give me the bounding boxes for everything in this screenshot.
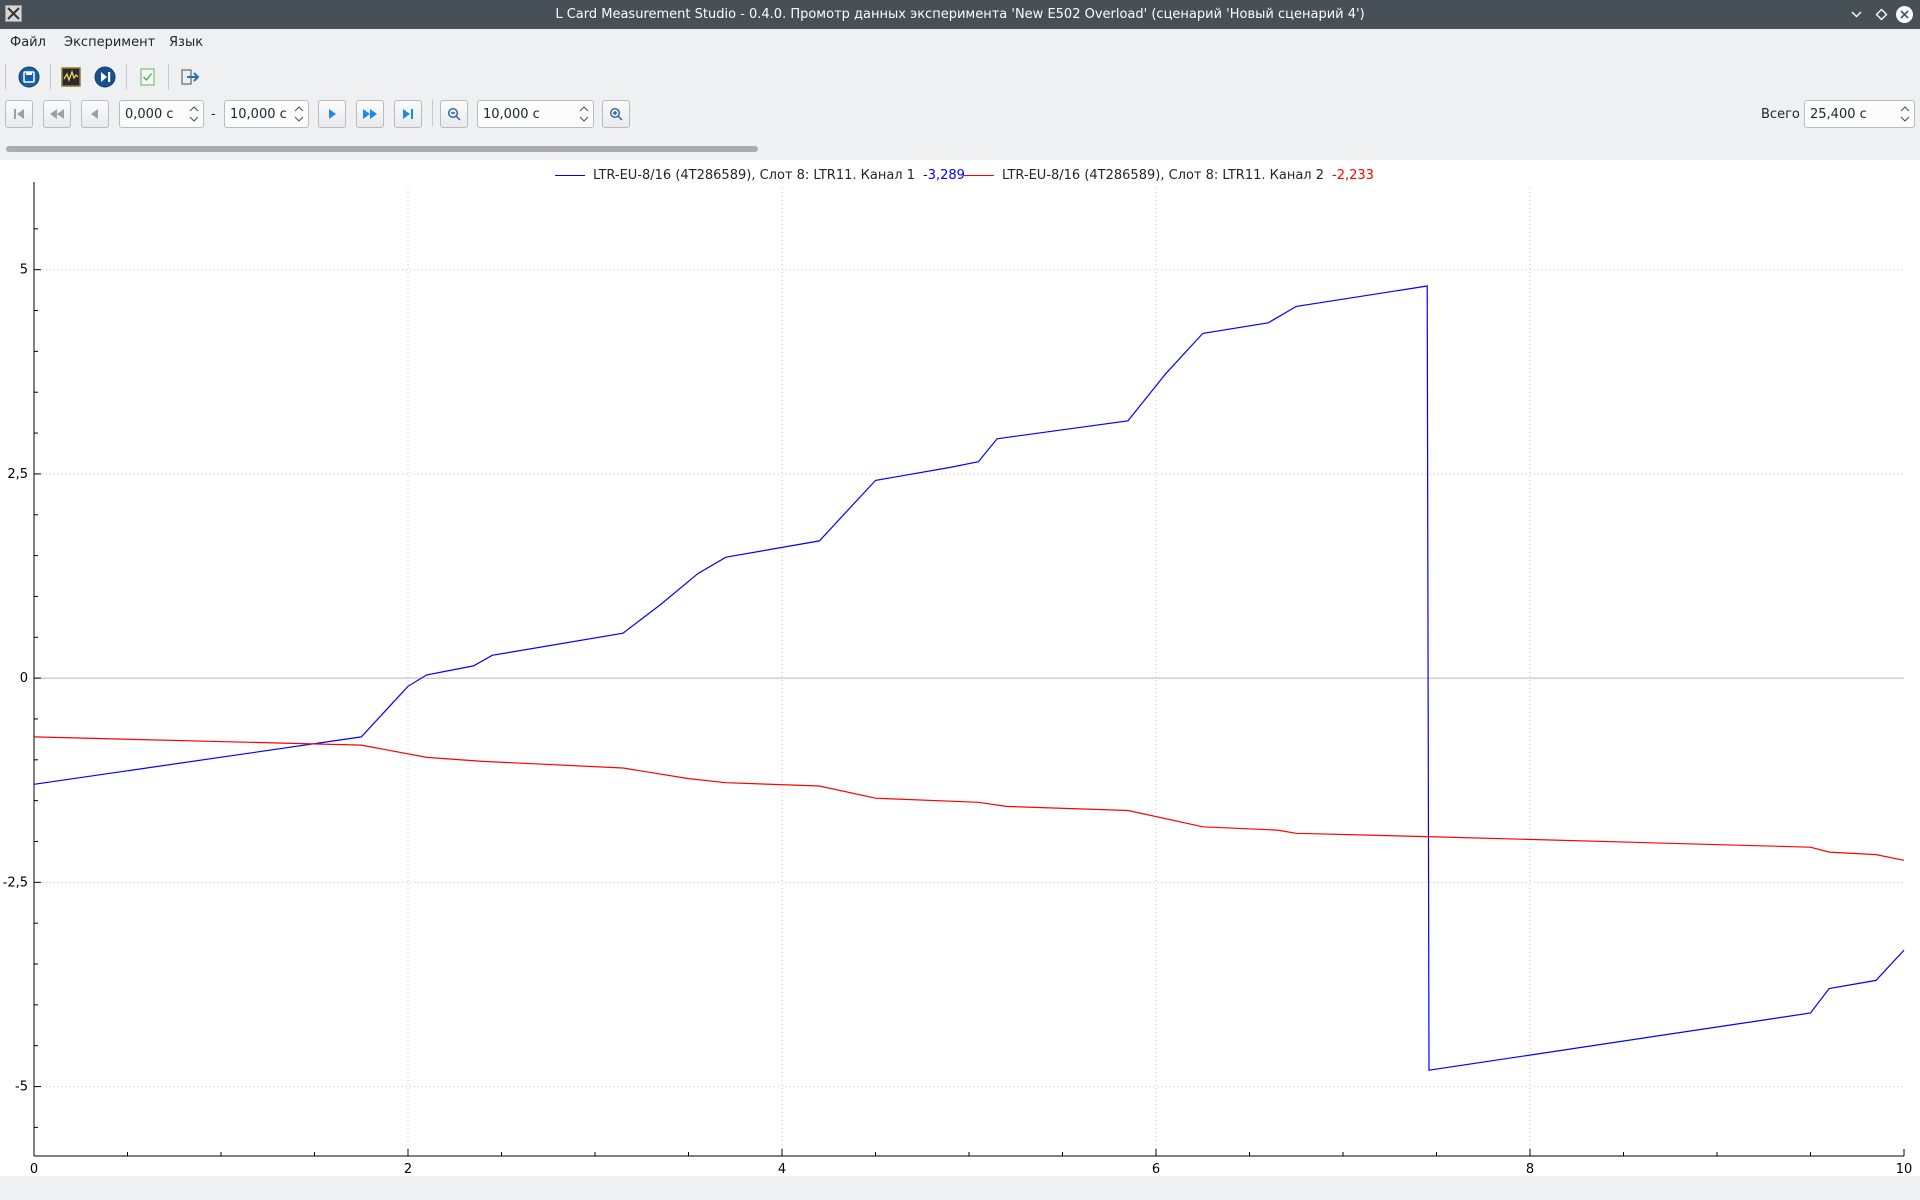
plot-area[interactable]: LTR-EU-8/16 (4T286589), Слот 8: LTR11. К… (0, 160, 1920, 1176)
save-data-icon[interactable] (15, 63, 43, 91)
x-tick-label: 10 (1896, 1162, 1913, 1176)
end-time-spinbox[interactable] (224, 100, 309, 128)
spin-arrows-icon[interactable] (578, 104, 590, 124)
zoom-out-button[interactable] (440, 100, 468, 128)
total-duration-spinbox[interactable] (1804, 100, 1915, 128)
check-document-icon[interactable] (133, 63, 161, 91)
nav-separator (432, 100, 433, 126)
window-title: L Card Measurement Studio - 0.4.0. Промо… (555, 7, 1365, 22)
time-navigation-bar: - Всего (0, 96, 1920, 138)
start-time-input[interactable] (125, 106, 184, 122)
start-time-spinbox[interactable] (119, 100, 204, 128)
fast-backward-button[interactable] (43, 100, 71, 128)
zoom-in-button[interactable] (602, 100, 630, 128)
time-scrollbar[interactable] (6, 146, 1914, 152)
menu-language[interactable]: Язык (167, 34, 205, 52)
fast-forward-button[interactable] (356, 100, 384, 128)
x-tick-label: 6 (1152, 1162, 1160, 1176)
end-time-input[interactable] (230, 106, 289, 122)
window-length-input[interactable] (483, 106, 564, 122)
spin-arrows-icon[interactable] (293, 104, 305, 124)
y-tick-label: 2,5 (7, 467, 28, 482)
zoom-in-icon (609, 107, 623, 121)
step-backward-button[interactable] (81, 100, 109, 128)
skip-to-end-icon (403, 109, 413, 119)
go-last-button[interactable] (394, 100, 422, 128)
toolbar-handle (5, 64, 6, 90)
toolbar-separator (50, 64, 51, 90)
x-tick-label: 0 (30, 1162, 38, 1176)
y-tick-label: 5 (20, 263, 28, 278)
menu-bar: Файл Эксперимент Язык (0, 29, 1920, 57)
total-duration-label: Всего (1761, 107, 1800, 122)
spin-arrows-icon[interactable] (188, 104, 200, 124)
fast-backward-icon (50, 109, 64, 119)
window-titlebar: L Card Measurement Studio - 0.4.0. Промо… (0, 0, 1920, 29)
step-forward-icon (329, 109, 336, 119)
play-step-icon[interactable] (91, 63, 119, 91)
main-toolbar (0, 60, 1920, 94)
window-length-spinbox[interactable] (477, 100, 594, 128)
line-chart[interactable]: 0 2 4 6 8 10 5 2,5 0 -2,5 -5 (0, 160, 1920, 1176)
go-first-button[interactable] (5, 100, 33, 128)
y-tick-label: -2,5 (3, 875, 28, 890)
zoom-out-icon (447, 107, 461, 121)
spin-arrows-icon[interactable] (1899, 104, 1911, 124)
y-tick-label: 0 (20, 671, 28, 686)
fast-forward-icon (363, 109, 377, 119)
waveform-view-icon[interactable] (57, 63, 85, 91)
series-line-channel-2 (33, 736, 1905, 861)
y-tick-label: -5 (15, 1080, 28, 1095)
range-separator: - (211, 107, 216, 122)
menu-experiment[interactable]: Эксперимент (62, 34, 157, 52)
close-icon[interactable] (1895, 5, 1914, 24)
x-tick-label: 4 (778, 1162, 786, 1176)
exit-arrow-icon[interactable] (176, 63, 204, 91)
menu-file[interactable]: Файл (8, 34, 48, 52)
total-duration-input[interactable] (1810, 106, 1887, 122)
x-tick-label: 8 (1526, 1162, 1534, 1176)
toolbar-separator (168, 64, 169, 90)
status-strip (0, 1176, 1920, 1200)
toolbar-separator (126, 64, 127, 90)
time-scrollbar-handle[interactable] (6, 146, 758, 152)
step-forward-button[interactable] (318, 100, 346, 128)
skip-to-start-icon (14, 109, 24, 119)
minimize-icon[interactable] (1847, 5, 1866, 24)
x-tick-label: 2 (404, 1162, 412, 1176)
maximize-icon[interactable] (1872, 5, 1891, 24)
step-backward-icon (91, 109, 98, 119)
